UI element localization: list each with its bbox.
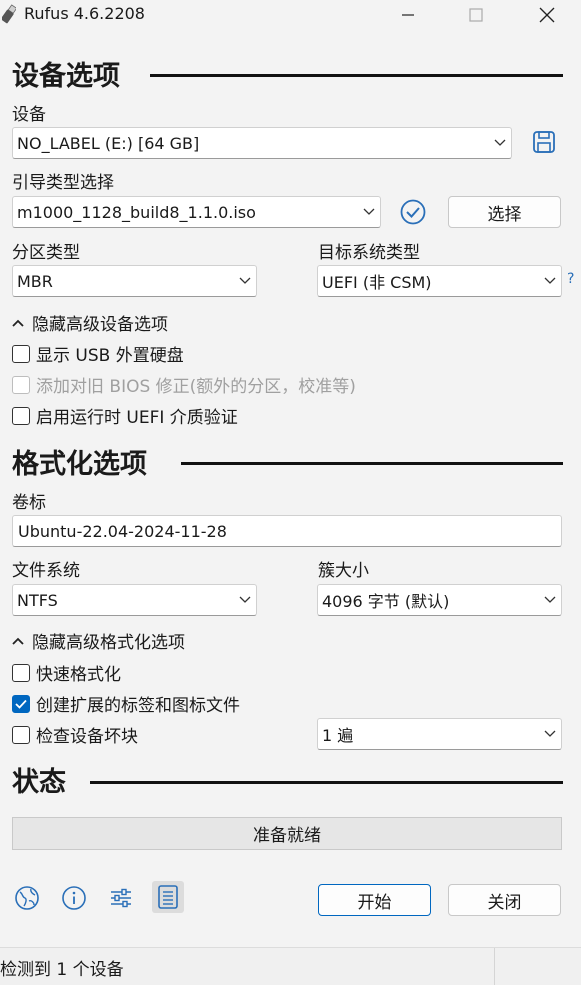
device-select-value: NO_LABEL (E:) [64 GB] xyxy=(17,133,200,153)
maximize-button[interactable] xyxy=(453,0,499,30)
chevron-down-icon xyxy=(489,128,511,158)
language-button[interactable] xyxy=(12,883,42,913)
toggle-advanced-format-label: 隐藏高级格式化选项 xyxy=(32,633,185,653)
bios-fix-label: 添加对旧 BIOS 修正(额外的分区，校准等) xyxy=(36,377,356,397)
status-heading: 状态 xyxy=(12,767,66,798)
uefi-verify-label: 启用运行时 UEFI 介质验证 xyxy=(36,408,238,428)
close-button[interactable]: 关闭 xyxy=(448,884,561,916)
status-footer: 检测到 1 个设备 xyxy=(0,947,581,985)
format-options-heading: 格式化选项 xyxy=(12,449,147,480)
passes-select[interactable]: 1 遍 xyxy=(317,718,562,750)
chevron-down-icon xyxy=(539,719,561,749)
bios-fix-checkbox xyxy=(12,375,30,394)
toggle-advanced-format[interactable]: 隐藏高级格式化选项 xyxy=(12,628,185,653)
sliders-icon xyxy=(111,888,131,908)
footer-separator xyxy=(494,948,495,985)
status-progress-bar: 准备就绪 xyxy=(12,817,562,850)
log-button[interactable] xyxy=(152,881,184,913)
settings-button[interactable] xyxy=(106,883,136,913)
chevron-down-icon xyxy=(234,266,256,296)
bad-blocks-label: 检查设备坏块 xyxy=(36,727,138,747)
toggle-advanced-device-label: 隐藏高级设备选项 xyxy=(32,315,168,335)
cluster-size-value: 4096 字节 (默认) xyxy=(322,592,450,611)
show-usb-option[interactable]: 显示 USB 外置硬盘 xyxy=(12,341,184,366)
show-usb-checkbox[interactable] xyxy=(12,344,30,363)
extended-label-label: 创建扩展的标签和图标文件 xyxy=(36,696,240,716)
uefi-verify-option[interactable]: 启用运行时 UEFI 介质验证 xyxy=(12,403,238,428)
bios-fix-option: 添加对旧 BIOS 修正(额外的分区，校准等) xyxy=(12,372,356,397)
chevron-down-icon xyxy=(358,197,380,227)
check-icon xyxy=(15,699,27,709)
target-system-select[interactable]: UEFI (非 CSM) xyxy=(317,265,562,297)
show-usb-label: 显示 USB 外置硬盘 xyxy=(36,346,184,366)
chevron-up-icon xyxy=(12,637,24,645)
save-icon xyxy=(533,131,555,153)
partition-scheme-value: MBR xyxy=(17,271,53,291)
rufus-window: Rufus 4.6.2208 设备选项 设备 NO_LABEL (E:) [64… xyxy=(0,0,581,985)
verify-checksum-button[interactable] xyxy=(398,197,428,227)
globe-icon xyxy=(15,886,39,910)
section-divider xyxy=(150,74,563,77)
minimize-button[interactable] xyxy=(385,0,431,30)
window-title: Rufus 4.6.2208 xyxy=(24,4,145,23)
close-icon xyxy=(539,7,555,23)
quick-format-label: 快速格式化 xyxy=(36,665,121,685)
device-options-heading: 设备选项 xyxy=(12,61,120,92)
about-button[interactable] xyxy=(59,883,89,913)
volume-label-input[interactable]: Ubuntu-22.04-2024-11-28 xyxy=(12,515,562,547)
uefi-verify-checkbox[interactable] xyxy=(12,406,30,425)
section-divider xyxy=(181,462,563,465)
checkmark-circle-icon xyxy=(400,199,426,225)
volume-label-label: 卷标 xyxy=(12,493,46,513)
log-icon xyxy=(158,885,178,909)
status-text: 准备就绪 xyxy=(253,826,321,846)
cluster-size-label: 簇大小 xyxy=(318,561,369,581)
bad-blocks-option[interactable]: 检查设备坏块 xyxy=(12,722,138,747)
extended-label-checkbox[interactable] xyxy=(12,694,30,713)
device-label: 设备 xyxy=(12,105,46,125)
target-system-value: UEFI (非 CSM) xyxy=(322,273,432,292)
file-system-select[interactable]: NTFS xyxy=(12,584,257,616)
info-icon xyxy=(62,886,86,910)
chevron-down-icon xyxy=(539,266,561,296)
start-button[interactable]: 开始 xyxy=(318,884,431,916)
title-bar: Rufus 4.6.2208 xyxy=(0,0,581,30)
maximize-icon xyxy=(469,8,483,22)
partition-scheme-select[interactable]: MBR xyxy=(12,265,257,297)
file-system-value: NTFS xyxy=(17,590,58,610)
select-iso-button[interactable]: 选择 xyxy=(448,196,561,228)
file-system-label: 文件系统 xyxy=(12,561,80,581)
device-select[interactable]: NO_LABEL (E:) [64 GB] xyxy=(12,127,512,159)
boot-selection-label: 引导类型选择 xyxy=(12,173,114,193)
cluster-size-select[interactable]: 4096 字节 (默认) xyxy=(317,584,562,616)
minimize-icon xyxy=(402,14,414,16)
usb-drive-icon xyxy=(2,4,16,24)
passes-value: 1 遍 xyxy=(322,726,354,745)
quick-format-checkbox[interactable] xyxy=(12,663,30,682)
target-help-link[interactable]: ? xyxy=(567,271,574,287)
boot-selection-select[interactable]: m1000_1128_build8_1.1.0.iso xyxy=(12,196,381,228)
chevron-down-icon xyxy=(539,585,561,615)
chevron-up-icon xyxy=(12,319,24,327)
device-count-text: 检测到 1 个设备 xyxy=(0,960,124,980)
partition-scheme-label: 分区类型 xyxy=(12,243,80,263)
extended-label-option[interactable]: 创建扩展的标签和图标文件 xyxy=(12,691,240,716)
target-system-label: 目标系统类型 xyxy=(318,243,420,263)
quick-format-option[interactable]: 快速格式化 xyxy=(12,660,121,685)
section-divider xyxy=(90,781,563,784)
save-drive-button[interactable] xyxy=(529,127,559,157)
chevron-down-icon xyxy=(234,585,256,615)
close-window-button[interactable] xyxy=(524,0,570,30)
bad-blocks-checkbox[interactable] xyxy=(12,725,30,744)
toggle-advanced-device[interactable]: 隐藏高级设备选项 xyxy=(12,310,168,335)
boot-selection-value: m1000_1128_build8_1.1.0.iso xyxy=(17,202,256,222)
volume-label-value: Ubuntu-22.04-2024-11-28 xyxy=(18,521,227,541)
